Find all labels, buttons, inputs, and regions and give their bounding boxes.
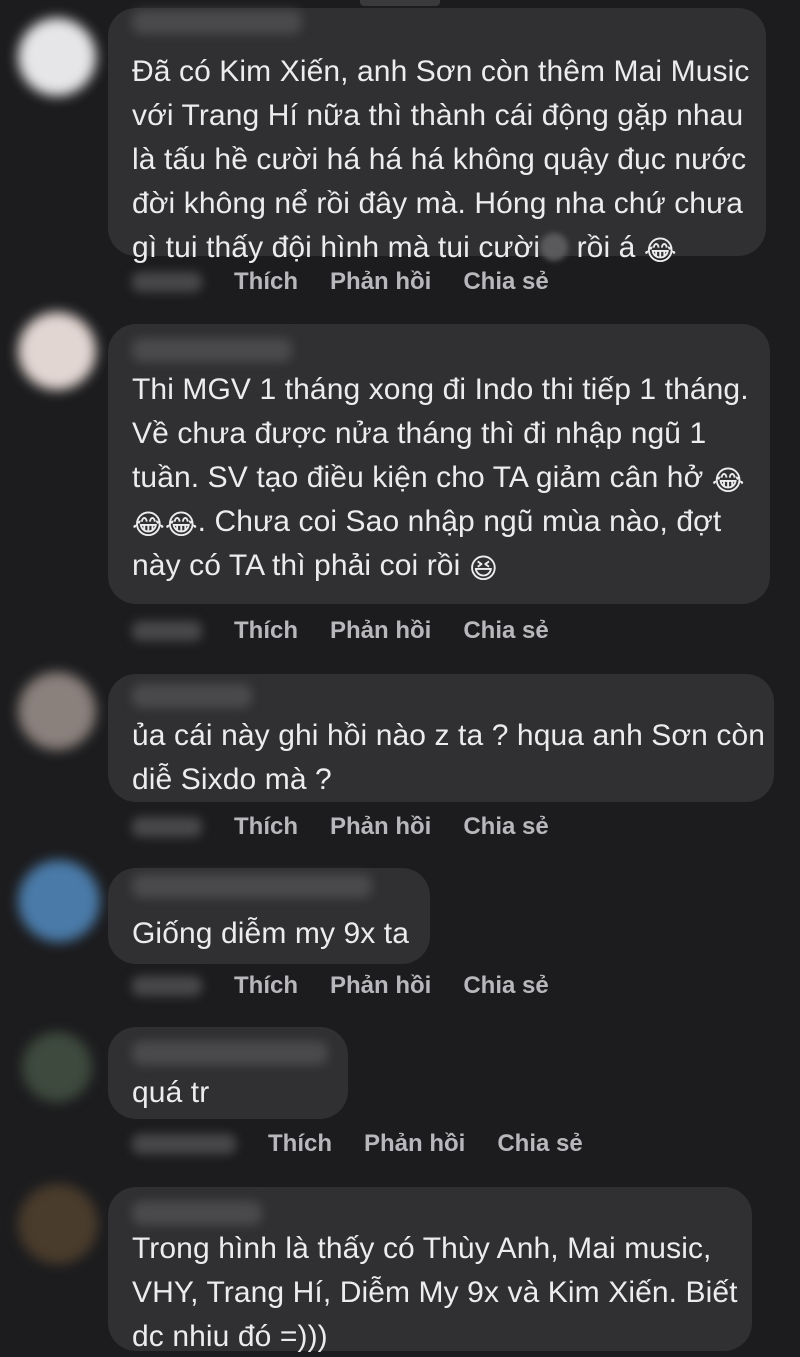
like-button[interactable]: Thích bbox=[234, 813, 298, 841]
reply-button[interactable]: Phản hồi bbox=[364, 1130, 465, 1158]
comment-text: quá tr bbox=[132, 1076, 210, 1109]
grinning-squinting-emoji-icon: 😆 bbox=[468, 552, 499, 585]
comment-actions: Thích Phản hồi Chia sẻ bbox=[132, 966, 581, 1006]
comment-timestamp[interactable] bbox=[132, 1134, 236, 1154]
redacted-emoji bbox=[540, 233, 569, 261]
comment-actions: Thích Phản hồi Chia sẻ bbox=[132, 611, 581, 651]
comment-author-name[interactable] bbox=[132, 338, 292, 362]
avatar[interactable] bbox=[18, 1184, 98, 1264]
share-button[interactable]: Chia sẻ bbox=[463, 268, 548, 296]
avatar[interactable] bbox=[18, 860, 100, 942]
share-button[interactable]: Chia sẻ bbox=[463, 813, 548, 841]
laughing-tears-emoji-icon: 😂 bbox=[711, 464, 745, 497]
comment-timestamp[interactable] bbox=[132, 621, 202, 641]
like-button[interactable]: Thích bbox=[234, 617, 298, 645]
comment-author-name[interactable] bbox=[132, 10, 302, 34]
comment-text: Thi MGV 1 tháng xong đi Indo thi tiếp 1 … bbox=[132, 368, 772, 588]
avatar[interactable] bbox=[22, 1032, 92, 1102]
comment-text-tail: rồi á bbox=[576, 231, 636, 264]
laughing-tears-emoji-icon: 😂😂 bbox=[132, 508, 198, 541]
avatar[interactable] bbox=[18, 312, 96, 390]
comment-text: ủa cái này ghi hồi nào z ta ? hqua anh S… bbox=[132, 719, 766, 796]
comment-timestamp[interactable] bbox=[132, 817, 202, 837]
comment-author-name[interactable] bbox=[132, 1041, 328, 1065]
comments-screen: Đã có Kim Xiến, anh Sơn còn thêm Mai Mus… bbox=[0, 0, 800, 1357]
comment-timestamp[interactable] bbox=[132, 272, 202, 292]
comment-text: Trong hình là thấy có Thùy Anh, Mai musi… bbox=[132, 1232, 738, 1353]
share-button[interactable]: Chia sẻ bbox=[463, 972, 548, 1000]
comment-text-line: . Chưa coi Sao nhập ngũ mùa nào, đợt bbox=[197, 505, 722, 538]
share-button[interactable]: Chia sẻ bbox=[497, 1130, 582, 1158]
comment-text-line: này có TA thì phải coi rồi bbox=[132, 549, 461, 582]
reply-button[interactable]: Phản hồi bbox=[330, 617, 431, 645]
comment-text-body: Thi MGV 1 tháng xong đi Indo thi tiếp 1 … bbox=[132, 373, 749, 494]
reply-button[interactable]: Phản hồi bbox=[330, 972, 431, 1000]
reply-button[interactable]: Phản hồi bbox=[330, 813, 431, 841]
avatar[interactable] bbox=[18, 672, 96, 750]
comment-timestamp[interactable] bbox=[132, 976, 202, 996]
laughing-tears-emoji-icon: 😂 bbox=[643, 234, 677, 267]
comment-bubble[interactable]: Đã có Kim Xiến, anh Sơn còn thêm Mai Mus… bbox=[108, 8, 766, 266]
comment-text: Giống diễm my 9x ta bbox=[132, 917, 410, 950]
comment-bubble[interactable]: quá tr bbox=[108, 1027, 348, 1119]
scroll-indicator[interactable] bbox=[360, 0, 440, 6]
reply-button[interactable]: Phản hồi bbox=[330, 268, 431, 296]
like-button[interactable]: Thích bbox=[234, 268, 298, 296]
comment-bubble[interactable]: ủa cái này ghi hồi nào z ta ? hqua anh S… bbox=[108, 674, 774, 802]
comment-text-body: Đã có Kim Xiến, anh Sơn còn thêm Mai Mus… bbox=[132, 55, 750, 264]
comment-author-name[interactable] bbox=[132, 684, 252, 708]
comment-actions: Thích Phản hồi Chia sẻ bbox=[132, 807, 581, 847]
like-button[interactable]: Thích bbox=[234, 972, 298, 1000]
avatar[interactable] bbox=[18, 18, 96, 96]
comment-author-name[interactable] bbox=[132, 1201, 262, 1225]
comment-author-name[interactable] bbox=[132, 874, 372, 898]
comment-bubble[interactable]: Giống diễm my 9x ta bbox=[108, 868, 430, 964]
comment-text: Đã có Kim Xiến, anh Sơn còn thêm Mai Mus… bbox=[132, 50, 762, 270]
share-button[interactable]: Chia sẻ bbox=[463, 617, 548, 645]
like-button[interactable]: Thích bbox=[268, 1130, 332, 1158]
comment-bubble[interactable]: Thi MGV 1 tháng xong đi Indo thi tiếp 1 … bbox=[108, 324, 770, 604]
comment-actions: Thích Phản hồi Chia sẻ bbox=[132, 1124, 615, 1164]
comment-bubble[interactable]: Trong hình là thấy có Thùy Anh, Mai musi… bbox=[108, 1187, 752, 1353]
comment-actions: Thích Phản hồi Chia sẻ bbox=[132, 262, 581, 302]
